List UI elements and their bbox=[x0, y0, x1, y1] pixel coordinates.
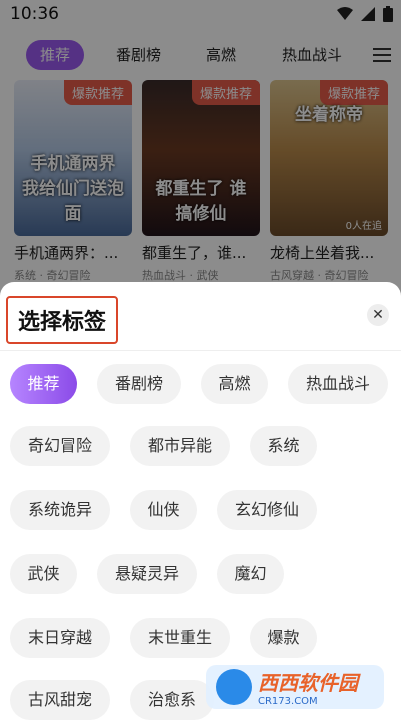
watermark-url: CR173.COM bbox=[258, 696, 318, 707]
tag-xianxia[interactable]: 仙侠 bbox=[130, 490, 197, 530]
tag-picker-sheet: 选择标签 ✕ 推荐 番剧榜 高燃 热血战斗 奇幻冒险 都市异能 系统 系统诡异 … bbox=[0, 282, 401, 720]
watermark-logo-icon bbox=[216, 669, 252, 705]
tag-doomsday-time-travel[interactable]: 末日穿越 bbox=[10, 618, 110, 658]
tag-anime-ranking[interactable]: 番剧榜 bbox=[97, 364, 181, 404]
tag-suspense-supernatural[interactable]: 悬疑灵异 bbox=[97, 554, 197, 594]
watermark-text: 西西软件园 bbox=[258, 671, 358, 695]
tag-fantasy-adventure[interactable]: 奇幻冒险 bbox=[10, 426, 110, 466]
tag-healing[interactable]: 治愈系 bbox=[130, 680, 214, 720]
sheet-title: 选择标签 bbox=[6, 296, 119, 344]
tag-ancient-sweet-romance[interactable]: 古风甜宠 bbox=[10, 680, 110, 720]
tag-high-energy[interactable]: 高燃 bbox=[201, 364, 268, 404]
tag-system[interactable]: 系统 bbox=[250, 426, 317, 466]
tag-recommend[interactable]: 推荐 bbox=[10, 364, 77, 404]
tag-hit[interactable]: 爆款 bbox=[250, 618, 317, 658]
close-button[interactable]: ✕ bbox=[367, 304, 389, 326]
tag-urban-power[interactable]: 都市异能 bbox=[130, 426, 230, 466]
tag-system-weird[interactable]: 系统诡异 bbox=[10, 490, 110, 530]
tag-wuxia[interactable]: 武侠 bbox=[10, 554, 77, 594]
sheet-header: 选择标签 ✕ bbox=[0, 282, 401, 351]
tag-apocalypse-rebirth[interactable]: 末世重生 bbox=[130, 618, 230, 658]
tag-hot-blood-battle[interactable]: 热血战斗 bbox=[288, 364, 388, 404]
tag-magic[interactable]: 魔幻 bbox=[217, 554, 284, 594]
site-watermark: 西西软件园 CR173.COM bbox=[206, 665, 384, 709]
tag-xuanhuan-cultivation[interactable]: 玄幻修仙 bbox=[217, 490, 317, 530]
